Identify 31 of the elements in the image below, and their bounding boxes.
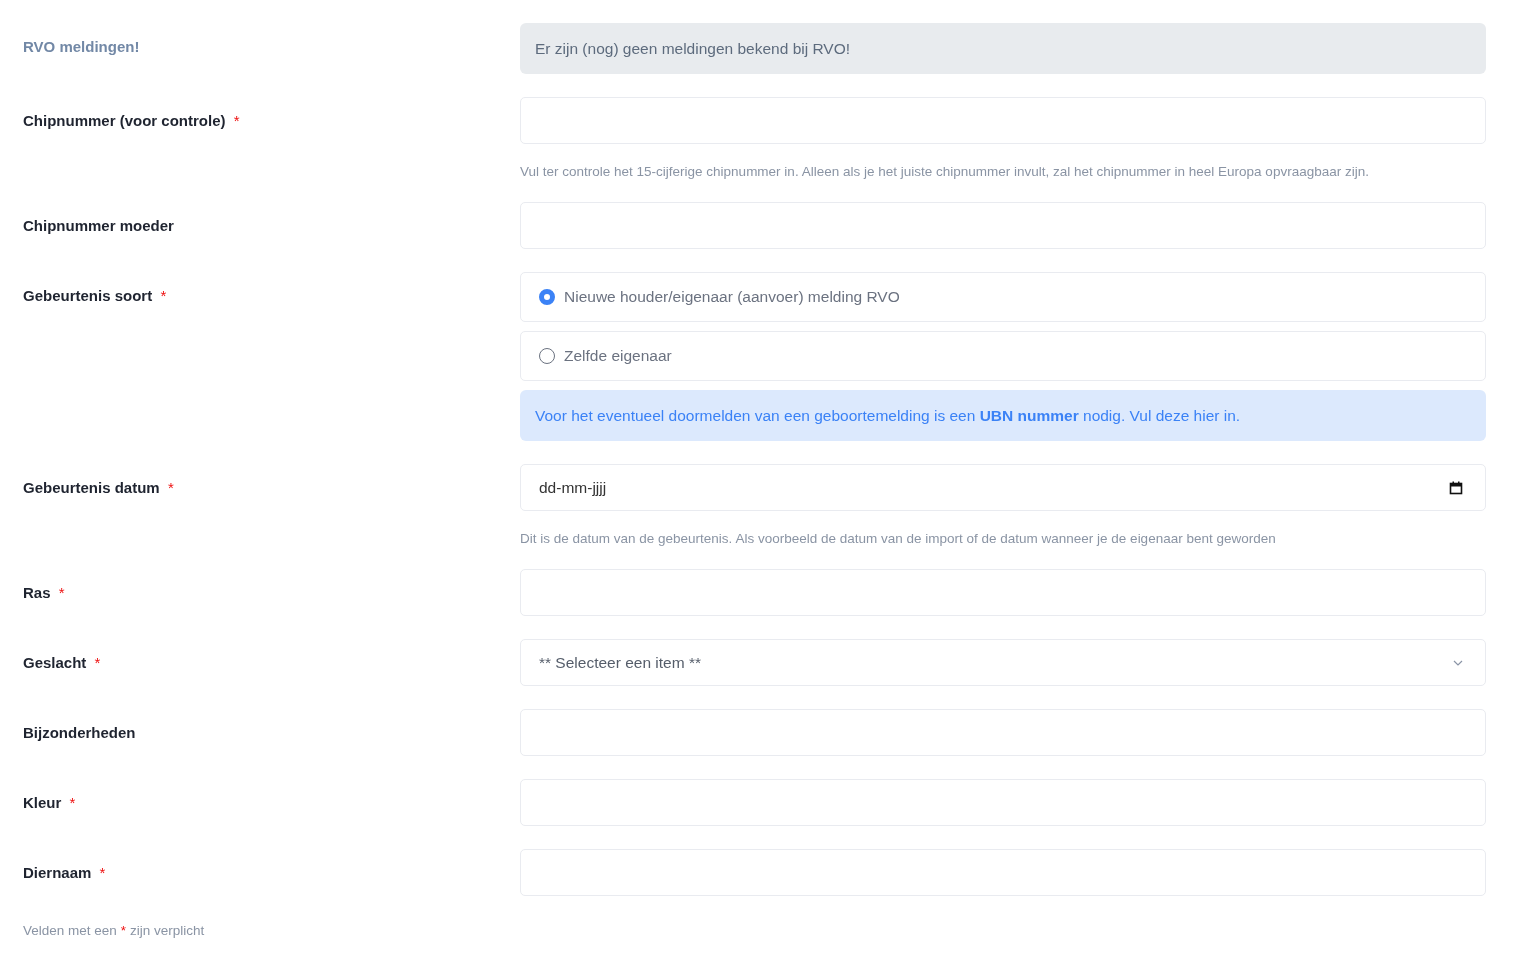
help-text: Dit is de datum van de gebeurtenis. Als voorbeeld de datum van de import of de datum wanneer je de eigenaar bent geworden	[520, 531, 1277, 546]
required-asterisk: *	[99, 864, 106, 881]
notification-alert: Er zijn (nog) geen meldingen bekend bij RVO!	[520, 23, 1486, 74]
field-label: Chipnummer (voor controle)	[23, 112, 226, 129]
required-asterisk: *	[120, 923, 127, 938]
select-dropdown[interactable]: ** Selecteer een item **	[520, 639, 1486, 686]
date-field[interactable]: dd-mm-jjjj	[520, 464, 1486, 511]
required-asterisk: *	[167, 479, 174, 496]
required-asterisk: *	[94, 654, 101, 671]
calendar-icon[interactable]	[1449, 480, 1463, 495]
required-asterisk: *	[69, 794, 76, 811]
field-label: Gebeurtenis datum	[23, 479, 160, 496]
required-asterisk: *	[160, 287, 167, 304]
help-text: Vul ter controle het 15-cijferige chipnummer in. Alleen als je het juiste chipnummer invult, zal het chipnummer in heel Europa opvraagbaar zijn.	[520, 164, 1370, 179]
radio-option[interactable]: Nieuwe houder/eigenaar (aanvoer) melding RVO	[520, 272, 1486, 322]
required-asterisk: *	[233, 112, 240, 129]
info-message: Voor het eventueel doormelden van een geboortemelding is een UBN nummer nodig. Vul deze hier in.	[520, 390, 1486, 441]
field-label: Diernaam	[23, 864, 92, 881]
field-label: Bijzonderheden	[23, 724, 136, 741]
chevron-down-icon	[1453, 659, 1463, 666]
field-label: Geslacht	[23, 654, 87, 671]
field-label: Kleur	[23, 794, 62, 811]
footer-note: Velden met een	[23, 923, 117, 938]
field-label: Chipnummer moeder	[23, 217, 174, 234]
field-label: Ras	[23, 584, 51, 601]
section-label: RVO meldingen!	[23, 38, 140, 55]
radio-button[interactable]	[539, 289, 555, 305]
required-asterisk: *	[58, 584, 65, 601]
footer-note: zijn verplicht	[130, 923, 205, 938]
field-label: Gebeurtenis soort	[23, 287, 153, 304]
radio-option[interactable]: Zelfde eigenaar	[520, 331, 1486, 381]
